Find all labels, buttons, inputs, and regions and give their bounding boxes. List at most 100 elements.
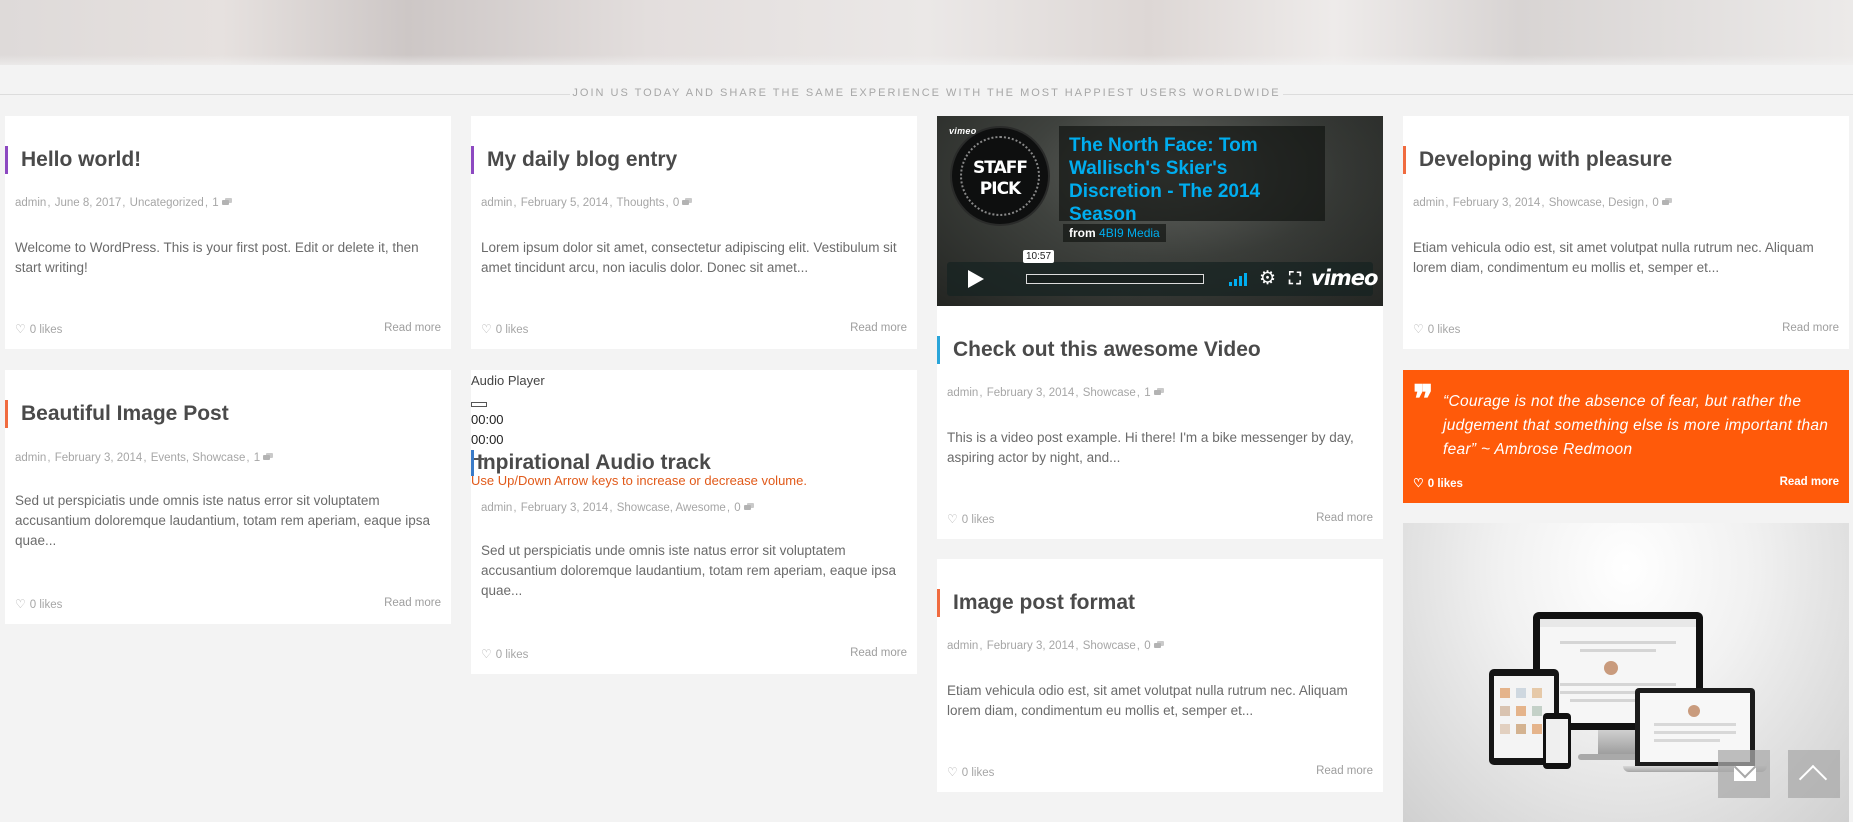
post-title[interactable]: My daily blog entry — [471, 146, 677, 174]
like-button[interactable]: ♡ 0 likes — [947, 765, 994, 779]
read-more-link[interactable]: Read more — [1782, 322, 1839, 334]
post-comment-count[interactable]: 0 — [1652, 197, 1658, 209]
comments-icon — [1661, 198, 1672, 206]
like-button[interactable]: ♡ 0 likes — [947, 512, 994, 526]
video-title[interactable]: The North Face: Tom Wallisch's Skier's D… — [1069, 134, 1315, 226]
read-more-link[interactable]: Read more — [1316, 765, 1373, 777]
like-button[interactable]: ♡ 0 likes — [1413, 476, 1463, 490]
post-meta: admin, February 3, 2014, Showcase, Desig… — [1413, 197, 1672, 209]
video-progress-bar[interactable] — [1026, 274, 1204, 284]
post-categories[interactable]: Showcase, Awesome — [617, 502, 726, 514]
post-author[interactable]: admin — [481, 502, 512, 514]
phone-mockup — [1543, 713, 1571, 769]
post-comment-count[interactable]: 1 — [1144, 387, 1150, 399]
post-date[interactable]: February 3, 2014 — [987, 387, 1075, 399]
post-categories[interactable]: Events, Showcase — [151, 452, 246, 464]
post-title[interactable]: Beautiful Image Post — [5, 400, 229, 428]
post-date[interactable]: February 3, 2014 — [987, 640, 1075, 652]
scroll-to-top-button[interactable] — [1788, 750, 1840, 798]
read-more-link[interactable]: Read more — [850, 647, 907, 659]
heart-icon: ♡ — [481, 322, 492, 336]
post-card-image-format: Image post format admin, February 3, 201… — [937, 559, 1383, 792]
post-author[interactable]: admin — [15, 452, 46, 464]
like-button[interactable]: ♡ 0 likes — [481, 322, 528, 336]
quote-icon: ❞ — [1413, 376, 1434, 421]
comments-icon — [1153, 641, 1164, 649]
divider-line-left — [0, 94, 570, 95]
like-button[interactable]: ♡ 0 likes — [15, 322, 62, 336]
video-byline: from 4BI9 Media — [1063, 224, 1166, 242]
post-title[interactable]: Check out this awesome Video — [937, 336, 1261, 364]
post-author[interactable]: admin — [947, 640, 978, 652]
staff-pick-text: STAFF PICK — [973, 158, 1028, 199]
post-comment-count[interactable]: 1 — [212, 197, 218, 209]
post-card-developing: Developing with pleasure admin, February… — [1403, 116, 1849, 349]
post-footer: ♡ 0 likes Read more — [1413, 476, 1839, 492]
audio-volume-hint: Use Up/Down Arrow keys to increase or de… — [471, 473, 807, 488]
comments-icon — [1153, 388, 1164, 396]
vimeo-logo[interactable]: vimeo — [1311, 266, 1378, 290]
post-footer: ♡ 0 likes Read more — [947, 512, 1373, 528]
post-date[interactable]: February 3, 2014 — [55, 452, 143, 464]
post-title[interactable]: Developing with pleasure — [1403, 146, 1672, 174]
audio-play-button[interactable] — [471, 402, 487, 407]
post-date[interactable]: February 3, 2014 — [1453, 197, 1541, 209]
post-card-beautiful-image: Beautiful Image Post admin, February 3, … — [5, 370, 451, 624]
post-categories[interactable]: Showcase — [1083, 387, 1136, 399]
contact-button[interactable] — [1718, 750, 1770, 798]
gear-icon[interactable]: ⚙ — [1259, 268, 1276, 290]
post-categories[interactable]: Showcase — [1083, 640, 1136, 652]
post-title[interactable]: Image post format — [937, 589, 1135, 617]
post-comment-count[interactable]: 1 — [254, 452, 260, 464]
post-footer: ♡ 0 likes Read more — [481, 322, 907, 338]
audio-current-time: 00:00 — [471, 412, 504, 427]
fullscreen-icon[interactable]: ⛶ — [1289, 268, 1301, 290]
post-date[interactable]: June 8, 2017 — [55, 197, 122, 209]
post-date[interactable]: February 5, 2014 — [521, 197, 609, 209]
post-excerpt: Etiam vehicula odio est, sit amet volutp… — [1413, 240, 1814, 275]
envelope-icon — [1734, 766, 1756, 781]
heart-icon: ♡ — [15, 322, 26, 336]
like-button[interactable]: ♡ 0 likes — [1413, 322, 1460, 336]
heart-icon: ♡ — [947, 512, 958, 526]
comments-icon — [682, 198, 693, 206]
post-meta: admin, February 3, 2014, Events, Showcas… — [15, 452, 274, 464]
vimeo-video-embed[interactable]: STAFF PICK vimeo The North Face: Tom Wal… — [937, 116, 1383, 306]
likes-count: 0 likes — [29, 324, 63, 336]
post-categories[interactable]: Uncategorized — [130, 197, 204, 209]
play-button[interactable] — [953, 266, 997, 292]
post-categories[interactable]: Thoughts — [617, 197, 665, 209]
post-author[interactable]: admin — [481, 197, 512, 209]
read-more-link[interactable]: Read more — [384, 597, 441, 609]
post-comment-count[interactable]: 0 — [734, 502, 740, 514]
post-author[interactable]: admin — [947, 387, 978, 399]
like-button[interactable]: ♡ 0 likes — [481, 647, 528, 661]
video-author-link[interactable]: 4BI9 Media — [1099, 226, 1160, 240]
like-button[interactable]: ♡ 0 likes — [15, 597, 62, 611]
volume-icon[interactable] — [1229, 272, 1251, 286]
post-footer: ♡ 0 likes Read more — [15, 597, 441, 613]
post-title[interactable]: Hello world! — [5, 146, 141, 174]
read-more-link[interactable]: Read more — [850, 322, 907, 334]
heart-icon: ♡ — [481, 647, 492, 661]
post-comment-count[interactable]: 0 — [673, 197, 679, 209]
post-date[interactable]: February 3, 2014 — [521, 502, 609, 514]
read-more-link[interactable]: Read more — [384, 322, 441, 334]
responsive-devices-image[interactable] — [1403, 523, 1849, 822]
post-author[interactable]: admin — [15, 197, 46, 209]
post-categories[interactable]: Showcase, Design — [1549, 197, 1644, 209]
comments-icon — [221, 198, 232, 206]
post-author[interactable]: admin — [1413, 197, 1444, 209]
audio-volume-slider[interactable] — [474, 458, 484, 460]
read-more-link[interactable]: Read more — [1316, 512, 1373, 524]
post-card-video: Check out this awesome Video admin, Febr… — [937, 306, 1383, 539]
heart-icon: ♡ — [15, 597, 26, 611]
post-meta: admin, February 5, 2014, Thoughts, 0 — [481, 197, 693, 209]
post-comment-count[interactable]: 0 — [1144, 640, 1150, 652]
post-meta: admin, February 3, 2014, Showcase, 0 — [947, 640, 1164, 652]
quote-text[interactable]: “Courage is not the absence of fear, but… — [1443, 390, 1841, 462]
read-more-link[interactable]: Read more — [1780, 476, 1839, 488]
likes-count: 0 likes — [29, 599, 63, 611]
post-footer: ♡ 0 likes Read more — [481, 647, 907, 663]
post-card-daily-blog: My daily blog entry admin, February 5, 2… — [471, 116, 917, 349]
